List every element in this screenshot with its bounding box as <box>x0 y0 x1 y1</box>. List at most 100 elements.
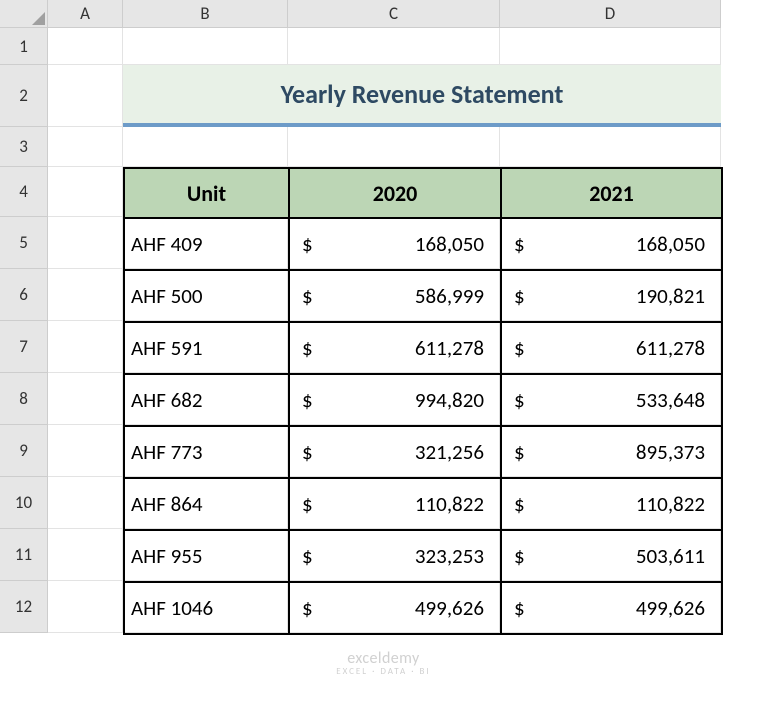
col-header-A[interactable]: A <box>48 0 123 28</box>
y1-value: 586,999 <box>302 283 484 309</box>
unit-cell[interactable]: AHF 409 <box>125 219 290 271</box>
currency-symbol: $ <box>514 595 525 621</box>
y1-cell[interactable]: $321,256 <box>290 427 502 479</box>
currency-symbol: $ <box>514 387 525 413</box>
table-header-row: Unit 2020 2021 <box>125 169 723 219</box>
row-header-4[interactable]: 4 <box>0 167 48 217</box>
y2-value: 895,373 <box>514 439 705 465</box>
currency-symbol: $ <box>302 283 313 309</box>
unit-cell[interactable]: AHF 1046 <box>125 583 290 635</box>
row-header-11[interactable]: 11 <box>0 529 48 581</box>
cell-D1[interactable] <box>500 28 721 65</box>
y1-cell[interactable]: $499,626 <box>290 583 502 635</box>
cell-A5[interactable] <box>48 217 123 269</box>
y2-cell[interactable]: $110,822 <box>502 479 723 531</box>
y2-value: 499,626 <box>514 595 705 621</box>
y2-value: 190,821 <box>514 283 705 309</box>
y1-value: 499,626 <box>302 595 484 621</box>
table-body: AHF 409$168,050$168,050AHF 500$586,999$1… <box>125 219 723 635</box>
row-header-6[interactable]: 6 <box>0 269 48 321</box>
row-header-7[interactable]: 7 <box>0 321 48 373</box>
unit-cell[interactable]: AHF 955 <box>125 531 290 583</box>
currency-symbol: $ <box>514 491 525 517</box>
cell-B1[interactable] <box>123 28 288 65</box>
currency-symbol: $ <box>302 595 313 621</box>
cell-B3[interactable] <box>123 127 288 167</box>
cell-A6[interactable] <box>48 269 123 321</box>
table-row: AHF 864$110,822$110,822 <box>125 479 723 531</box>
col-header-D[interactable]: D <box>500 0 721 28</box>
title-cell[interactable]: Yearly Revenue Statement <box>123 65 721 127</box>
cell-A3[interactable] <box>48 127 123 167</box>
header-2020[interactable]: 2020 <box>290 169 502 219</box>
unit-cell[interactable]: AHF 682 <box>125 375 290 427</box>
y2-cell[interactable]: $168,050 <box>502 219 723 271</box>
currency-symbol: $ <box>302 439 313 465</box>
table-row: AHF 1046$499,626$499,626 <box>125 583 723 635</box>
y2-value: 110,822 <box>514 491 705 517</box>
title-text: Yearly Revenue Statement <box>281 78 564 110</box>
unit-cell[interactable]: AHF 591 <box>125 323 290 375</box>
y2-value: 611,278 <box>514 335 705 361</box>
currency-symbol: $ <box>514 439 525 465</box>
y1-cell[interactable]: $323,253 <box>290 531 502 583</box>
cell-A2[interactable] <box>48 65 123 127</box>
y2-value: 503,611 <box>514 543 705 569</box>
cell-A11[interactable] <box>48 529 123 581</box>
data-table: Unit 2020 2021 AHF 409$168,050$168,050AH… <box>123 167 723 635</box>
cell-C1[interactable] <box>288 28 500 65</box>
y2-cell[interactable]: $499,626 <box>502 583 723 635</box>
currency-symbol: $ <box>514 231 525 257</box>
col-header-B[interactable]: B <box>123 0 288 28</box>
unit-cell[interactable]: AHF 500 <box>125 271 290 323</box>
cell-A9[interactable] <box>48 425 123 477</box>
y1-value: 994,820 <box>302 387 484 413</box>
unit-cell[interactable]: AHF 773 <box>125 427 290 479</box>
cell-A8[interactable] <box>48 373 123 425</box>
cell-D3[interactable] <box>500 127 721 167</box>
currency-symbol: $ <box>514 335 525 361</box>
table-row: AHF 591$611,278$611,278 <box>125 323 723 375</box>
unit-cell[interactable]: AHF 864 <box>125 479 290 531</box>
y1-cell[interactable]: $994,820 <box>290 375 502 427</box>
y1-cell[interactable]: $586,999 <box>290 271 502 323</box>
watermark-brand: exceldemy <box>0 649 767 668</box>
row-header-3[interactable]: 3 <box>0 127 48 167</box>
table-row: AHF 955$323,253$503,611 <box>125 531 723 583</box>
cell-A12[interactable] <box>48 581 123 633</box>
cell-C3[interactable] <box>288 127 500 167</box>
y2-cell[interactable]: $895,373 <box>502 427 723 479</box>
table-row: AHF 773$321,256$895,373 <box>125 427 723 479</box>
cell-A7[interactable] <box>48 321 123 373</box>
cell-A4[interactable] <box>48 167 123 217</box>
row-header-10[interactable]: 10 <box>0 477 48 529</box>
col-header-C[interactable]: C <box>288 0 500 28</box>
header-2021[interactable]: 2021 <box>502 169 723 219</box>
y1-value: 611,278 <box>302 335 484 361</box>
row-header-9[interactable]: 9 <box>0 425 48 477</box>
table-row: AHF 500$586,999$190,821 <box>125 271 723 323</box>
currency-symbol: $ <box>514 283 525 309</box>
y1-cell[interactable]: $168,050 <box>290 219 502 271</box>
y2-cell[interactable]: $190,821 <box>502 271 723 323</box>
currency-symbol: $ <box>302 387 313 413</box>
cell-A10[interactable] <box>48 477 123 529</box>
y1-cell[interactable]: $110,822 <box>290 479 502 531</box>
y1-cell[interactable]: $611,278 <box>290 323 502 375</box>
row-header-12[interactable]: 12 <box>0 581 48 633</box>
y1-value: 323,253 <box>302 543 484 569</box>
currency-symbol: $ <box>302 231 313 257</box>
watermark-tag: EXCEL · DATA · BI <box>0 666 767 677</box>
table-row: AHF 409$168,050$168,050 <box>125 219 723 271</box>
header-unit[interactable]: Unit <box>125 169 290 219</box>
y2-cell[interactable]: $611,278 <box>502 323 723 375</box>
y2-cell[interactable]: $533,648 <box>502 375 723 427</box>
row-header-1[interactable]: 1 <box>0 28 48 65</box>
cell-A1[interactable] <box>48 28 123 65</box>
select-all-corner[interactable] <box>0 0 48 28</box>
row-header-2[interactable]: 2 <box>0 65 48 127</box>
row-header-8[interactable]: 8 <box>0 373 48 425</box>
y2-cell[interactable]: $503,611 <box>502 531 723 583</box>
currency-symbol: $ <box>302 335 313 361</box>
row-header-5[interactable]: 5 <box>0 217 48 269</box>
